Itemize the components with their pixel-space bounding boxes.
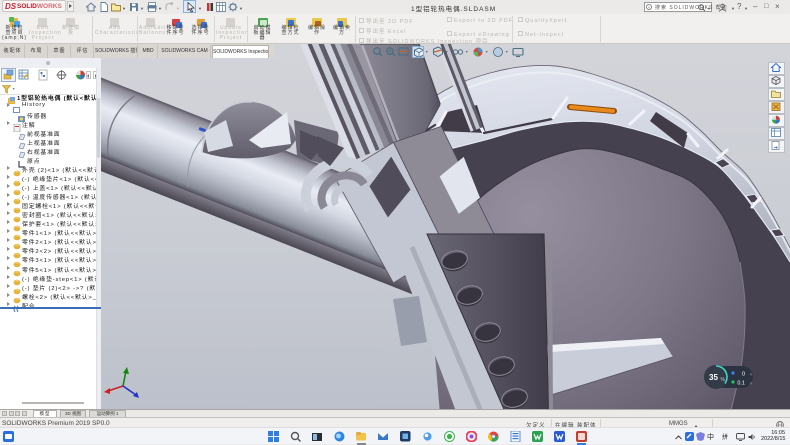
svg-text:35: 35 <box>709 373 718 382</box>
svg-text:%: % <box>721 377 726 383</box>
svg-text:0: 0 <box>742 372 745 378</box>
svg-text:0.1: 0.1 <box>737 381 745 387</box>
